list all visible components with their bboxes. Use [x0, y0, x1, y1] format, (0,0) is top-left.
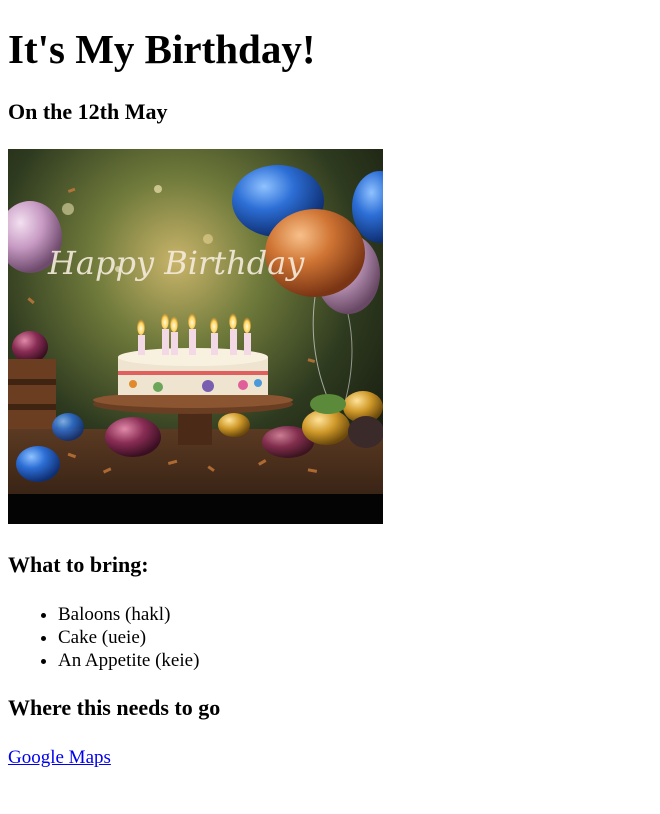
birthday-date-subtitle: On the 12th May [8, 99, 168, 124]
list-item: Baloons (hakl) [58, 603, 199, 626]
list-item: An Appetite (keie) [58, 649, 199, 672]
happy-birthday-script: Happy Birthday [47, 244, 305, 282]
list-item: Cake (ueie) [58, 626, 199, 649]
page-title: It's My Birthday! [8, 26, 316, 72]
bring-list: Baloons (hakl) Cake (ueie) An Appetite (… [8, 603, 199, 672]
google-maps-link[interactable]: Google Maps [8, 746, 111, 769]
where-heading: Where this needs to go [8, 695, 221, 720]
what-to-bring-heading: What to bring: [8, 552, 149, 577]
birthday-cake-image: Happy Birthday [8, 149, 383, 524]
